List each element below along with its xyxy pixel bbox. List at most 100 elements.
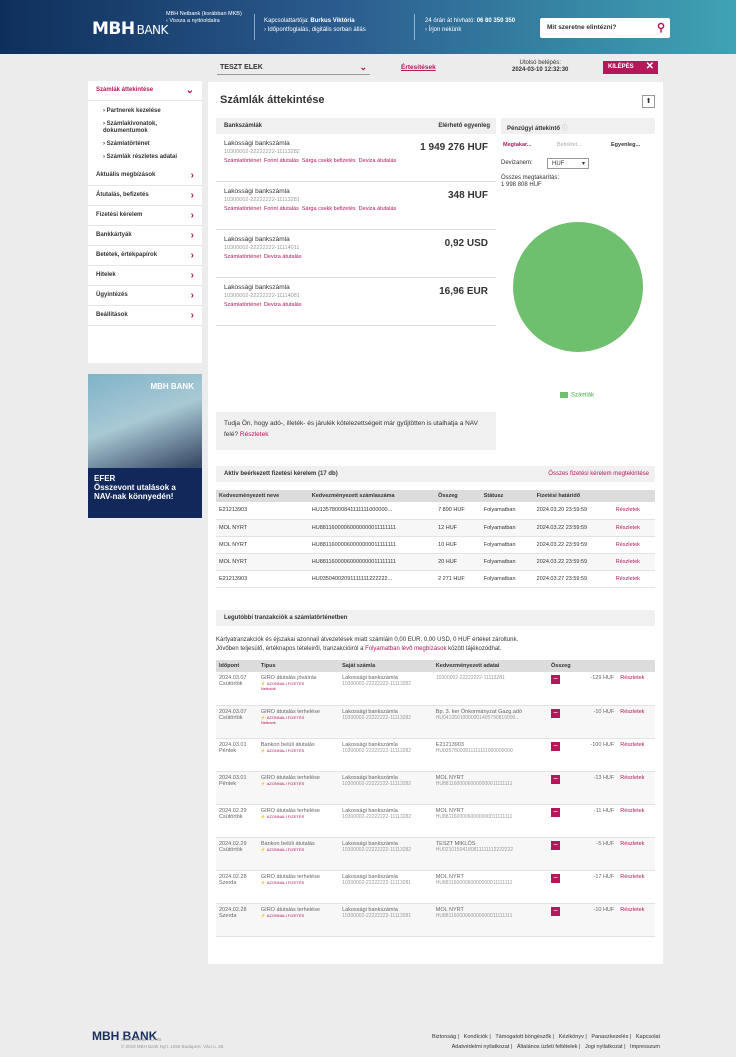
table-header: Fizetési határidő [533, 490, 613, 502]
details-link[interactable]: Részletek [616, 525, 640, 531]
financial-overview-header: Pénzügyi áttekintő ⓘ [501, 118, 655, 134]
tab-balance[interactable]: Egyenleg... [611, 142, 640, 148]
account-action-link[interactable]: Deviza átutalás [264, 254, 302, 260]
user-select[interactable]: TESZT ELEK ⌄ [217, 61, 370, 75]
sidebar-subitem[interactable]: › Számlák részletes adatai [88, 151, 202, 164]
account-action-link[interactable]: Számlatörténet [224, 254, 261, 260]
details-cell: Részletek [617, 705, 655, 739]
search-icon[interactable]: ⚲ [657, 21, 665, 34]
sidebar-item[interactable]: Átutalás, befizetés › [88, 186, 202, 206]
details-link[interactable]: Részletek [620, 675, 644, 681]
details-link[interactable]: Részletek [616, 507, 640, 513]
appointment-link[interactable]: › Időpontfoglalás, digitális sorban állá… [264, 26, 366, 35]
details-link[interactable]: Részletek [612, 536, 655, 554]
account-action-link[interactable]: Deviza átutalás [359, 206, 397, 212]
tab-savings[interactable]: Megtakar... [503, 142, 531, 148]
sidebar-item[interactable]: Hitelek › [88, 266, 202, 286]
divider [254, 14, 255, 40]
notifications-link[interactable]: Értesítések [401, 64, 436, 71]
details-link[interactable]: Részletek [616, 542, 640, 548]
account-action-link[interactable]: Forint átutalás [264, 158, 299, 164]
account-action-link[interactable]: Számlatörténet [224, 206, 261, 212]
details-link[interactable]: Részletek [612, 502, 655, 520]
details-link[interactable]: Részletek [620, 808, 644, 814]
details-cell: Részletek [617, 870, 655, 904]
transaction-row: 2024.03.01 Péntek GIRO átutalás terhelése ⚡… [216, 771, 655, 805]
financial-overview: Pénzügyi áttekintő ⓘ Megtakar... Befekte… [501, 118, 655, 377]
account-action-link[interactable]: Számlatörténet [224, 158, 261, 164]
tab-investments[interactable]: Befektet... [557, 142, 582, 148]
sidebar-item[interactable]: Aktuális megbízások › [88, 166, 202, 186]
account-action-link[interactable]: Deviza átutalás [264, 302, 302, 308]
account-row[interactable]: Lakossági bankszámla 10300002-22222222-11… [216, 182, 496, 230]
sidebar-item[interactable]: Beállítások › [88, 306, 202, 326]
details-link[interactable]: Részletek [620, 709, 644, 715]
details-link[interactable]: Részletek [612, 553, 655, 571]
sidebar-item-accounts-overview[interactable]: Számlák áttekintése ⌄ [88, 81, 202, 101]
contact-us-link[interactable]: › Írjon nekünk [425, 26, 515, 35]
sidebar-subitem[interactable]: › Számlakivonatok, dokumentumok [88, 118, 202, 138]
sidebar-item[interactable]: Betétek, értékpapírok › [88, 246, 202, 266]
sidebar-item[interactable]: Ügyintézés › [88, 286, 202, 306]
footer-link[interactable]: Kézikönyv [559, 1034, 584, 1040]
table-cell: HU88116000060000000011111111 [308, 519, 436, 537]
print-icon[interactable]: ⬆ [642, 95, 655, 108]
ad-text: EFER Összevont utalások a NAV-nak könnye… [88, 468, 202, 518]
account-action-link[interactable]: Deviza átutalás [359, 158, 397, 164]
tax-details-link[interactable]: Részletek [240, 431, 269, 438]
details-link[interactable]: Részletek [612, 519, 655, 537]
back-to-home-link[interactable]: ‹ Vissza a nyitóoldalra [166, 18, 246, 25]
details-link[interactable]: Részletek [616, 559, 640, 565]
details-link[interactable]: Részletek [620, 775, 644, 781]
debit-indicator: − [548, 705, 580, 739]
mbh-logo[interactable]: MBH BANK [92, 19, 168, 39]
details-link[interactable]: Részletek [612, 570, 655, 588]
account-row[interactable]: Lakossági bankszámla 10300002-22222222-11… [216, 134, 496, 182]
footer-link[interactable]: Kondíciók [464, 1034, 488, 1040]
currency-label: Devizanem: [501, 160, 533, 166]
savings-pie-chart [513, 222, 643, 352]
all-requests-link[interactable]: Összes fizetési kérelem megtekintése [548, 471, 649, 477]
beneficiary-account: HU04135010000001405790810000... [435, 714, 520, 721]
search-input[interactable]: Mit szeretne elintézni? ⚲ [540, 18, 670, 38]
account-action-link[interactable]: Forint átutalás [264, 206, 299, 212]
table-cell: Folyamatban [480, 553, 534, 571]
footer-link[interactable]: Panaszkezelés [591, 1034, 628, 1040]
sidebar-subitem[interactable]: › Partnerek kezelése [88, 105, 202, 118]
footer-link[interactable]: Kapcsolat [636, 1034, 660, 1040]
efer-ad-banner[interactable]: MBH BANK EFER Összevont utalások a NAV-n… [88, 374, 202, 518]
details-link[interactable]: Részletek [620, 907, 644, 913]
currency-select[interactable]: HUF ▾ [547, 158, 589, 169]
account-row[interactable]: Lakossági bankszámla 10300002-22222222-11… [216, 278, 496, 326]
sidebar-subitem[interactable]: › Számlatörténet [88, 138, 202, 151]
details-link[interactable]: Részletek [620, 742, 644, 748]
account-action-link[interactable]: Sárga csekk befizetés [302, 206, 356, 212]
footer-link[interactable]: Biztonság [432, 1034, 456, 1040]
sidebar-submenu: › Partnerek kezelése › Számlakivonatok, … [88, 101, 202, 166]
footer-link[interactable]: Támogatott böngészők [495, 1034, 551, 1040]
footer-link[interactable]: Általános üzleti feltételek [517, 1044, 578, 1050]
footer-link[interactable]: Jogi nyilatkozat [585, 1044, 623, 1050]
account-row[interactable]: Lakossági bankszámla 10300002-22222222-11… [216, 230, 496, 278]
details-link[interactable]: Részletek [616, 576, 640, 582]
help-icon[interactable]: ⓘ [562, 126, 568, 132]
chevron-down-icon: ⌄ [359, 62, 367, 72]
weekday: Csütörtök [219, 813, 243, 820]
chevron-down-icon: ▾ [581, 161, 585, 167]
table-cell: 10 HUF [435, 536, 481, 554]
footer-link[interactable]: Adatvédelmi nyilatkozat [452, 1044, 510, 1050]
account-balance: 16,96 EUR [439, 286, 488, 297]
details-link[interactable]: Részletek [620, 841, 644, 847]
sidebar-item[interactable]: Bankkártyák › [88, 226, 202, 246]
exit-button[interactable]: KILÉPÉS ✕ [603, 61, 658, 74]
details-link[interactable]: Részletek [620, 874, 644, 880]
account-action-link[interactable]: Sárga csekk befizetés [302, 158, 356, 164]
pending-orders-link[interactable]: Folyamatban lévő megbízások [365, 646, 446, 652]
footer-link[interactable]: Impresszum [630, 1044, 660, 1050]
page-title: Számlák áttekintése [220, 94, 325, 106]
chevron-right-icon: › [190, 250, 194, 261]
account-action-link[interactable]: Számlatörténet [224, 302, 261, 308]
payment-requests-header: Aktív beérkezett fizetési kérelem (17 db… [216, 466, 655, 482]
phone-info: 24 órán át hívható: 06 80 350 350 › Írjo… [425, 18, 516, 35]
sidebar-item[interactable]: Fizetési kérelem › [88, 206, 202, 226]
